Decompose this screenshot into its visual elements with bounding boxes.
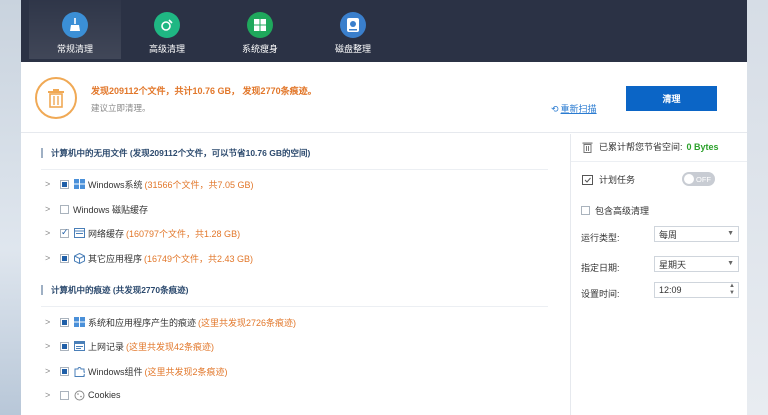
checkbox[interactable]: [60, 366, 69, 376]
refresh-icon: ⟲: [551, 104, 559, 114]
chevron-right-icon[interactable]: >: [45, 390, 55, 400]
chevron-down-icon: ▼: [727, 230, 734, 237]
item-detail: (16749个文件，共2.43 GB): [144, 253, 254, 264]
spinner-icon[interactable]: ▲ ▼: [729, 283, 735, 297]
windows-icon: [247, 12, 273, 38]
chevron-right-icon[interactable]: >: [45, 341, 55, 351]
list-item-other-apps[interactable]: > 其它应用程序 (16749个文件，共2.43 GB): [45, 250, 253, 266]
date-label: 指定日期:: [581, 263, 620, 273]
run-type-select[interactable]: 每周 ▼: [654, 226, 739, 242]
item-detail: (160797个文件，共1.28 GB): [126, 228, 241, 239]
checkbox[interactable]: [60, 317, 69, 327]
calendar-check-icon: [581, 174, 593, 185]
checkbox[interactable]: [60, 227, 69, 238]
list-item-system-traces[interactable]: > 系统和应用程序产生的痕迹 (这里共发现2726条痕迹): [45, 314, 296, 330]
chevron-right-icon[interactable]: >: [45, 179, 55, 189]
list-item-windows-components[interactable]: > Windows组件 (这里共发现2条痕迹): [45, 363, 228, 379]
chevron-right-icon[interactable]: >: [45, 228, 55, 238]
chevron-down-icon: ▼: [727, 260, 734, 267]
traces-section-title: 计算机中的痕迹 (共发现2770条痕迹): [41, 285, 188, 295]
saved-value: 0 Bytes: [686, 141, 719, 152]
checkbox[interactable]: [581, 206, 590, 215]
schedule-panel: 已累计帮您节省空间: 0 Bytes 计划任务 OFF 包含高级清理 运行类型:…: [570, 134, 747, 415]
chevron-right-icon[interactable]: >: [45, 204, 55, 214]
list-item-cookies[interactable]: > Cookies: [45, 387, 121, 403]
cookie-icon: [73, 390, 85, 401]
item-label: 网络缓存: [88, 228, 125, 239]
tab-label: 磁盘整理: [334, 44, 371, 54]
schedule-label: 计划任务: [599, 175, 636, 185]
divider: [571, 161, 747, 162]
chevron-right-icon[interactable]: >: [45, 253, 55, 263]
rescan-label: 重新扫描: [560, 104, 597, 114]
item-label: 上网记录: [88, 341, 125, 352]
browser-cache-icon: [73, 228, 85, 239]
checkbox[interactable]: [60, 179, 69, 189]
chevron-right-icon[interactable]: >: [45, 317, 55, 327]
schedule-task-row: 计划任务: [581, 173, 635, 186]
run-type-value: 每周: [659, 229, 678, 240]
trash-icon: [35, 77, 77, 119]
results-panel: 计算机中的无用文件 (发现209112个文件，可以节省10.76 GB的空间) …: [21, 134, 570, 415]
item-label: Windows 磁贴缓存: [73, 204, 149, 215]
scan-summary: 发现209112个文件，共计10.76 GB， 发现2770条痕迹。 建议立即清…: [21, 62, 747, 133]
summary-suggestion: 建议立即清理。: [91, 103, 151, 113]
run-type-label: 运行类型:: [581, 233, 620, 243]
top-nav-bar: 常规清理 高级清理 系统瘦身 磁盘整理: [21, 0, 747, 62]
time-label: 设置时间:: [581, 289, 620, 299]
checkbox[interactable]: [60, 341, 69, 351]
item-detail: (这里共发现2726条痕迹): [198, 317, 297, 328]
item-label: Cookies: [88, 390, 121, 400]
checkbox[interactable]: [60, 204, 69, 214]
trash-icon: [581, 141, 593, 153]
item-detail: (这里共发现2条痕迹): [144, 366, 228, 377]
item-label: 其它应用程序: [88, 253, 143, 264]
date-select[interactable]: 星期天 ▼: [654, 256, 739, 272]
checkbox[interactable]: [60, 390, 69, 400]
puzzle-icon: [73, 366, 85, 377]
item-detail: (这里共发现42条痕迹): [126, 341, 215, 352]
include-advanced-label: 包含高级清理: [595, 206, 650, 216]
time-input[interactable]: 12:09 ▲ ▼: [654, 282, 739, 298]
desktop-background-right: [746, 0, 768, 415]
box-icon: [73, 252, 85, 264]
tab-system-slim[interactable]: 系统瘦身: [214, 0, 306, 59]
divider: [41, 306, 548, 307]
saved-label: 已累计帮您节省空间:: [599, 142, 683, 152]
clean-button[interactable]: 清理: [626, 86, 717, 111]
checkbox[interactable]: [60, 253, 69, 263]
item-label: Windows系统: [88, 179, 143, 190]
broom-icon: [62, 12, 88, 38]
disk-icon: [340, 12, 366, 38]
cleaner-window: 常规清理 高级清理 系统瘦身 磁盘整理 发现209112个文件，共计10.76 …: [21, 0, 747, 415]
tab-regular-clean[interactable]: 常规清理: [29, 0, 121, 59]
desktop-background-left: [0, 0, 22, 415]
tab-label: 高级清理: [148, 44, 185, 54]
tab-disk-defrag[interactable]: 磁盘整理: [307, 0, 399, 59]
summary-result-text: 发现209112个文件，共计10.76 GB， 发现2770条痕迹。: [91, 86, 317, 96]
tab-label: 常规清理: [56, 44, 93, 54]
browser-history-icon: [73, 341, 85, 352]
include-advanced-row[interactable]: 包含高级清理: [581, 204, 649, 217]
list-item-browsing-history[interactable]: > 上网记录 (这里共发现42条痕迹): [45, 338, 214, 354]
tab-label: 系统瘦身: [241, 44, 278, 54]
item-detail: (31566个文件，共7.05 GB): [144, 179, 254, 190]
item-label: Windows组件: [88, 366, 143, 377]
windows-icon: [73, 317, 85, 328]
list-item-network-cache[interactable]: > 网络缓存 (160797个文件，共1.28 GB): [45, 225, 240, 241]
divider: [41, 169, 548, 170]
advanced-clean-icon: [154, 12, 180, 38]
date-value: 星期天: [659, 259, 687, 270]
list-item-tile-cache[interactable]: > Windows 磁贴缓存: [45, 201, 148, 217]
rescan-link[interactable]: ⟲ 重新扫描: [551, 102, 597, 115]
list-item-windows-system[interactable]: > Windows系统 (31566个文件，共7.05 GB): [45, 176, 254, 192]
saved-space-info: 已累计帮您节省空间: 0 Bytes: [581, 140, 719, 153]
windows-icon: [73, 179, 85, 190]
schedule-toggle[interactable]: OFF: [682, 172, 715, 186]
tab-advanced-clean[interactable]: 高级清理: [121, 0, 213, 59]
time-value: 12:09: [659, 285, 682, 295]
item-label: 系统和应用程序产生的痕迹: [88, 317, 197, 328]
chevron-right-icon[interactable]: >: [45, 366, 55, 376]
junk-section-title: 计算机中的无用文件 (发现209112个文件，可以节省10.76 GB的空间): [41, 148, 310, 158]
